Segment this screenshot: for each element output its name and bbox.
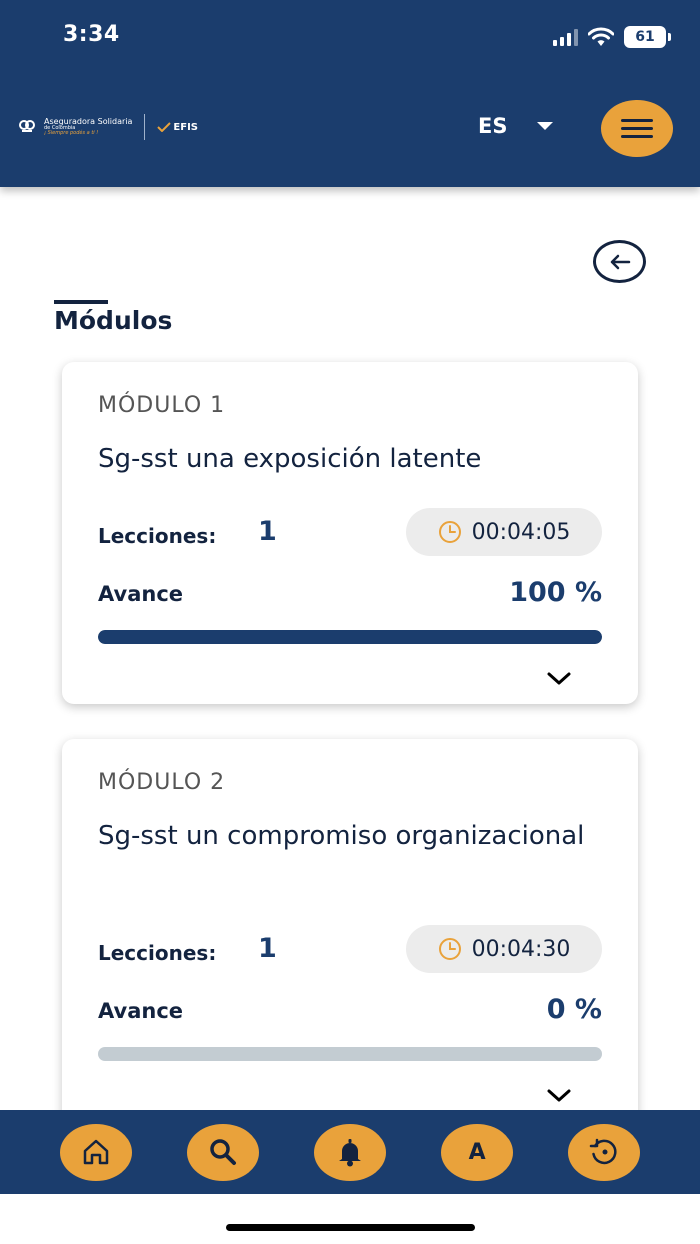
app-logo: Aseguradora Solidaria de Colombia ¡ Siem… xyxy=(18,114,198,140)
battery-indicator: 61 xyxy=(624,26,671,48)
module-card[interactable]: MÓDULO 2 Sg-sst un compromiso organizaci… xyxy=(62,739,638,1159)
menu-button[interactable] xyxy=(601,100,673,157)
lessons-count: 1 xyxy=(258,516,277,547)
bell-icon xyxy=(338,1139,361,1167)
progress-label: Avance xyxy=(98,582,184,606)
progress-label: Avance xyxy=(98,999,184,1023)
nav-notifications-button[interactable] xyxy=(313,1123,386,1181)
module-card[interactable]: MÓDULO 1 Sg-sst una exposición latente L… xyxy=(62,362,638,704)
progress-bar-fill xyxy=(98,630,602,644)
module-title: Sg-sst un compromiso organizacional xyxy=(98,821,585,851)
page-title: Módulos xyxy=(54,306,173,335)
status-time: 3:34 xyxy=(63,22,120,47)
status-icons: 61 xyxy=(553,24,671,50)
nav-history-button[interactable] xyxy=(568,1123,641,1181)
lessons-label: Lecciones: xyxy=(98,524,217,548)
check-swoosh-icon xyxy=(157,122,172,132)
chevron-down-icon[interactable] xyxy=(546,671,572,687)
duration-chip: 00:04:05 xyxy=(406,508,602,556)
lessons-label: Lecciones: xyxy=(98,941,217,965)
app-header: 3:34 61 Aseguradora Solidaria de Colombi… xyxy=(0,0,700,187)
nav-font-size-button[interactable]: A xyxy=(441,1123,514,1181)
language-selector[interactable]: ES xyxy=(478,114,554,138)
progress-value: 100 % xyxy=(509,577,602,608)
font-size-icon: A xyxy=(468,1139,486,1165)
clock-icon xyxy=(438,521,461,543)
signal-icon xyxy=(553,28,578,46)
progress-bar xyxy=(98,1047,602,1061)
partner-logo-text: EFIS xyxy=(173,121,199,133)
search-icon xyxy=(210,1139,236,1165)
duration-text: 00:04:05 xyxy=(471,519,571,545)
progress-value: 0 % xyxy=(546,994,602,1025)
module-label: MÓDULO 2 xyxy=(98,770,226,795)
nav-home-button[interactable] xyxy=(59,1123,132,1181)
history-icon xyxy=(590,1138,617,1165)
lessons-count: 1 xyxy=(258,933,277,964)
duration-text: 00:04:30 xyxy=(471,936,571,962)
module-label: MÓDULO 1 xyxy=(98,393,226,418)
bottom-navigation: A xyxy=(0,1110,700,1194)
title-accent-bar xyxy=(54,300,108,304)
hamburger-icon-line xyxy=(621,119,653,122)
duration-chip: 00:04:30 xyxy=(406,925,602,973)
logo-slogan: ¡ Siempre podés a ti ! xyxy=(44,130,99,137)
module-title: Sg-sst una exposición latente xyxy=(98,444,482,474)
home-icon xyxy=(83,1139,108,1165)
hamburger-icon-line xyxy=(621,127,653,130)
hamburger-icon-line xyxy=(621,135,653,138)
nav-search-button[interactable] xyxy=(186,1123,259,1181)
logo-mark-icon xyxy=(19,120,35,132)
wifi-icon xyxy=(588,27,614,46)
caret-down-icon xyxy=(537,122,554,130)
partner-logo: EFIS xyxy=(157,122,198,133)
back-button[interactable] xyxy=(593,240,646,283)
logo-divider xyxy=(144,114,146,140)
clock-icon xyxy=(438,938,461,960)
language-label: ES xyxy=(478,114,508,138)
home-indicator xyxy=(226,1224,475,1231)
progress-bar xyxy=(98,630,602,644)
chevron-down-icon[interactable] xyxy=(546,1088,572,1104)
arrow-left-icon xyxy=(610,254,630,269)
